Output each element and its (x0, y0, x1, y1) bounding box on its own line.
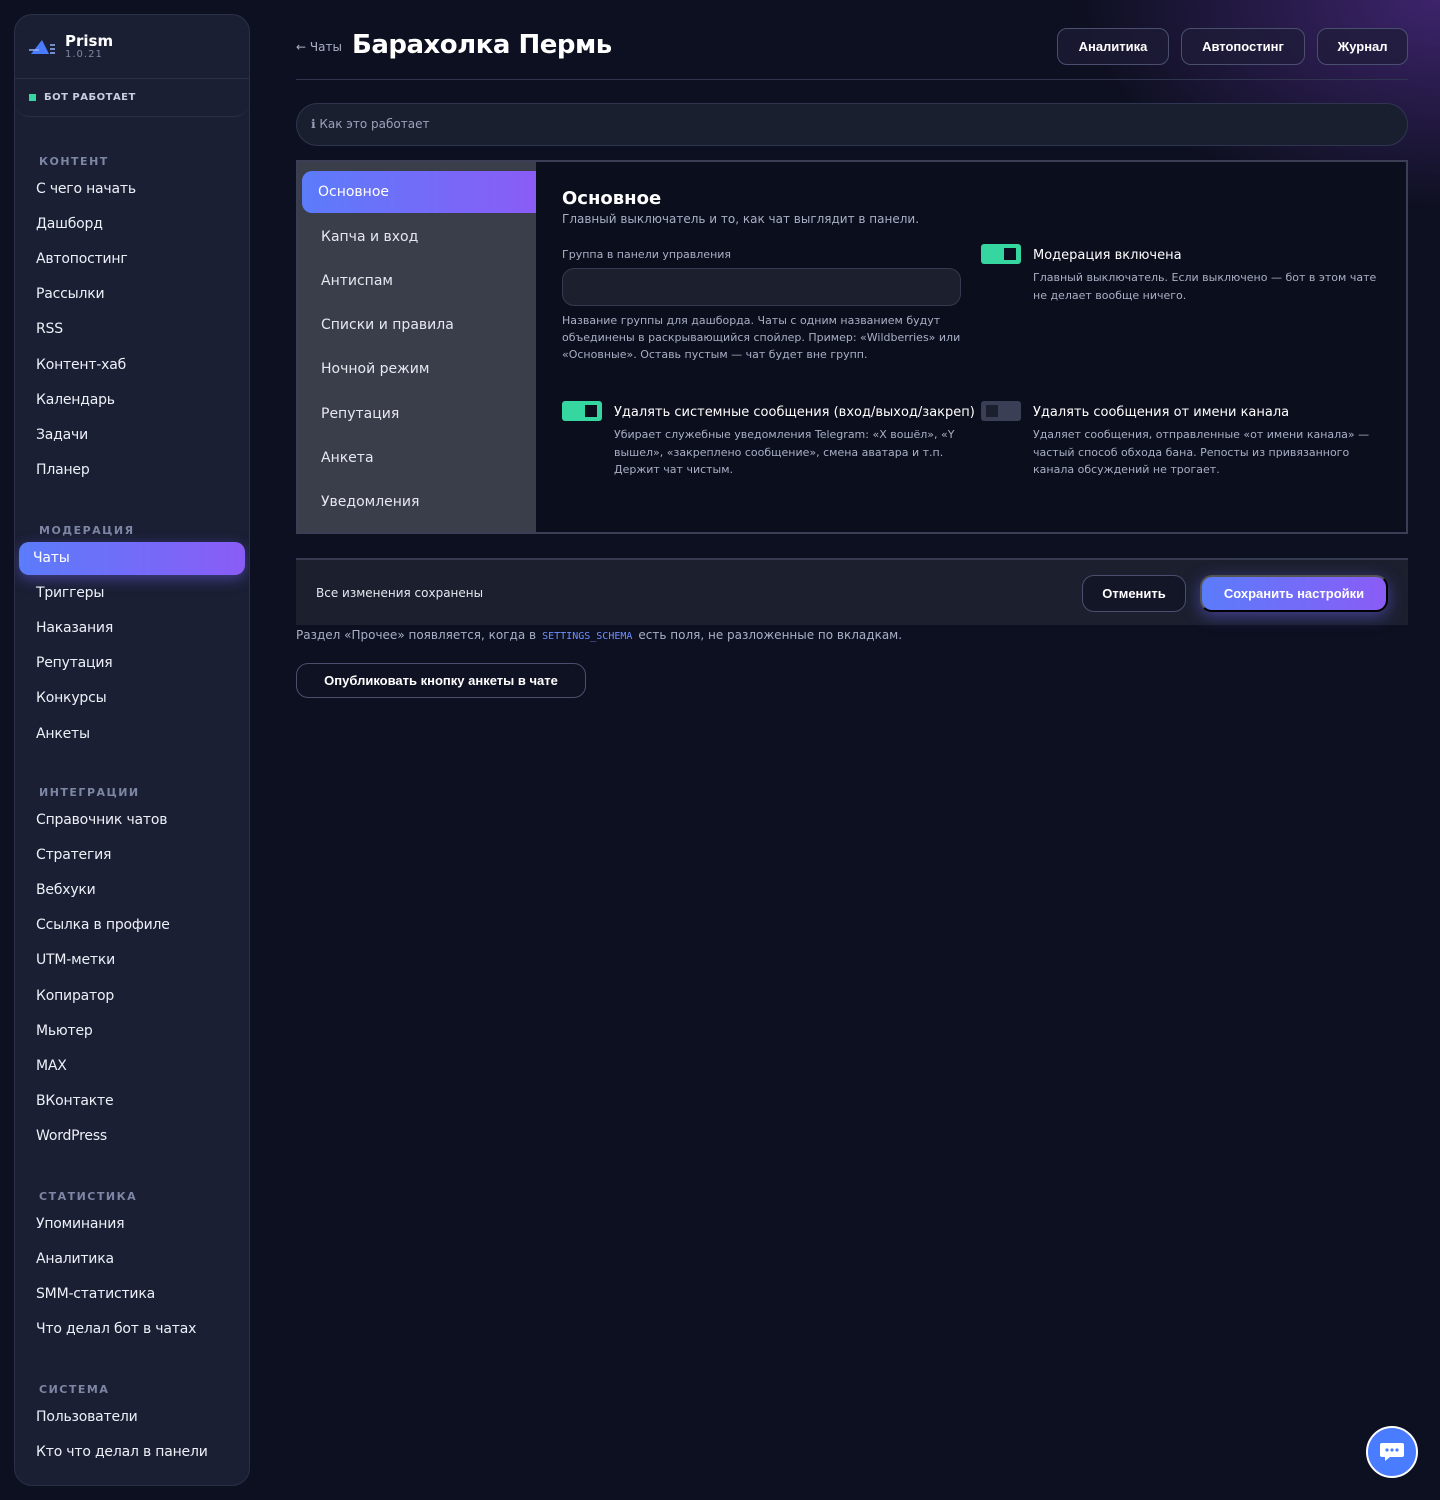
sidebar-item[interactable]: UTM-метки (15, 943, 249, 978)
channel-messages-title: Удалять сообщения от имени канала (1033, 405, 1290, 420)
sidebar-item[interactable]: Кто что делал в панели (15, 1435, 249, 1470)
tab-main[interactable]: Основное (302, 171, 536, 213)
settings-panel: Основное Капча и вход Антиспам Списки и … (296, 160, 1408, 534)
journal-button[interactable]: Журнал (1317, 28, 1408, 65)
sidebar-item[interactable]: Чаты (19, 542, 245, 575)
sidebar-item[interactable]: SMM-статистика (15, 1277, 249, 1312)
save-status: Все изменения сохранены (316, 586, 484, 600)
schema-note-before: Раздел «Прочее» появляется, когда в (296, 628, 537, 642)
nav-section-title: ИНТЕГРАЦИИ (39, 786, 140, 799)
status-dot-icon (29, 94, 36, 101)
chat-icon (1380, 1443, 1404, 1461)
sidebar-item[interactable]: Контент-хаб (15, 348, 249, 383)
app-name: Prism (65, 32, 114, 50)
nav-section-title: СТАТИСТИКА (39, 1190, 138, 1203)
group-label: Группа в панели управления (562, 248, 732, 261)
sidebar-item[interactable]: Автопостинг (15, 242, 249, 277)
tab-reputation[interactable]: Репутация (298, 393, 536, 435)
bot-status-text: БОТ РАБОТАЕТ (44, 92, 136, 103)
group-help: Название группы для дашборда. Чаты с одн… (562, 314, 961, 361)
sidebar-item[interactable]: Рассылки (15, 277, 249, 312)
sidebar-item[interactable]: Триггеры (15, 576, 249, 611)
sidebar-item[interactable]: Планер (15, 453, 249, 488)
sidebar-item[interactable]: Стратегия (15, 838, 249, 873)
section-title: Основное (562, 188, 662, 209)
sidebar: Prism 1.0.21 БОТ РАБОТАЕТ КОНТЕНТ С чего … (14, 14, 250, 1486)
nav-section-title: КОНТЕНТ (39, 155, 109, 168)
sidebar-item[interactable]: Календарь (15, 383, 249, 418)
cancel-button[interactable]: Отменить (1082, 575, 1186, 612)
moderation-title: Модерация включена (1033, 248, 1182, 263)
app-version: 1.0.21 (65, 49, 103, 60)
sidebar-item[interactable]: Пользователи (15, 1400, 249, 1435)
channel-messages-toggle[interactable] (981, 401, 1021, 421)
sidebar-item[interactable]: Что делал бот в чатах (15, 1312, 249, 1347)
sidebar-item[interactable]: Задачи (15, 418, 249, 453)
sidebar-item[interactable]: ВКонтакте (15, 1084, 249, 1119)
channel-messages-desc: Удаляет сообщения, отправленные «от имен… (1033, 428, 1370, 476)
bot-status: БОТ РАБОТАЕТ (15, 79, 249, 117)
sidebar-item[interactable]: RSS (15, 312, 249, 347)
brand: Prism 1.0.21 (15, 15, 249, 79)
schema-note: Раздел «Прочее» появляется, когда в SETTI… (296, 628, 902, 642)
system-messages-toggle[interactable] (562, 401, 602, 421)
section-subtitle: Главный выключатель и то, как чат выгляд… (562, 212, 920, 226)
tab-captcha[interactable]: Капча и вход (298, 216, 536, 258)
sidebar-item[interactable]: Справочник чатов (15, 803, 249, 838)
back-link[interactable]: ← Чаты (296, 40, 342, 54)
page-title: Барахолка Пермь (352, 30, 612, 60)
save-settings-button[interactable]: Сохранить настройки (1200, 575, 1388, 612)
sidebar-item[interactable]: Дашборд (15, 207, 249, 242)
page-header: ← Чаты Барахолка Пермь Аналитика Автопос… (296, 28, 1408, 80)
sidebar-item[interactable]: Наказания (15, 611, 249, 646)
sidebar-item[interactable]: Упоминания (15, 1207, 249, 1242)
how-it-works-toggle[interactable]: ℹ Как это работает (296, 103, 1408, 146)
tab-lists-rules[interactable]: Списки и правила (298, 304, 536, 346)
save-bar: Все изменения сохранены Отменить Сохрани… (296, 558, 1408, 625)
tab-questionnaire[interactable]: Анкета (298, 437, 536, 479)
chat-bubble-icon[interactable] (1366, 1426, 1418, 1478)
publish-questionnaire-button[interactable]: Опубликовать кнопку анкеты в чате (296, 663, 586, 698)
moderation-toggle[interactable] (981, 244, 1021, 264)
prism-logo-icon (29, 39, 55, 54)
tab-night-mode[interactable]: Ночной режим (298, 348, 536, 390)
moderation-desc: Главный выключатель. Если выключено — бо… (1033, 271, 1377, 302)
analytics-button[interactable]: Аналитика (1057, 28, 1169, 65)
nav-section-title: СИСТЕМА (39, 1383, 110, 1396)
group-input[interactable] (562, 268, 961, 306)
autoposting-button[interactable]: Автопостинг (1181, 28, 1305, 65)
sidebar-item[interactable]: Мьютер (15, 1014, 249, 1049)
nav-section-title: МОДЕРАЦИЯ (39, 524, 135, 537)
sidebar-item[interactable]: MAX (15, 1049, 249, 1084)
sidebar-item[interactable]: Анкеты (15, 717, 249, 752)
settings-tabs: Основное Капча и вход Антиспам Списки и … (298, 162, 536, 532)
schema-note-after: есть поля, не разложенные по вкладкам. (638, 628, 903, 642)
sidebar-item[interactable]: Репутация (15, 646, 249, 681)
sidebar-item[interactable]: С чего начать (15, 172, 249, 207)
sidebar-item[interactable]: Конкурсы (15, 681, 249, 716)
sidebar-item[interactable]: Вебхуки (15, 873, 249, 908)
system-messages-title: Удалять системные сообщения (вход/выход/… (614, 405, 975, 420)
system-messages-desc: Убирает служебные уведомления Telegram: … (614, 428, 955, 476)
tab-notifications[interactable]: Уведомления (298, 481, 536, 523)
sidebar-item[interactable]: Ссылка в профиле (15, 908, 249, 943)
schema-code: SETTINGS_SCHEMA (542, 631, 633, 642)
sidebar-item[interactable]: Аналитика (15, 1242, 249, 1277)
sidebar-item[interactable]: WordPress (15, 1119, 249, 1154)
sidebar-item[interactable]: Копиратор (15, 979, 249, 1014)
tab-antispam[interactable]: Антиспам (298, 260, 536, 302)
